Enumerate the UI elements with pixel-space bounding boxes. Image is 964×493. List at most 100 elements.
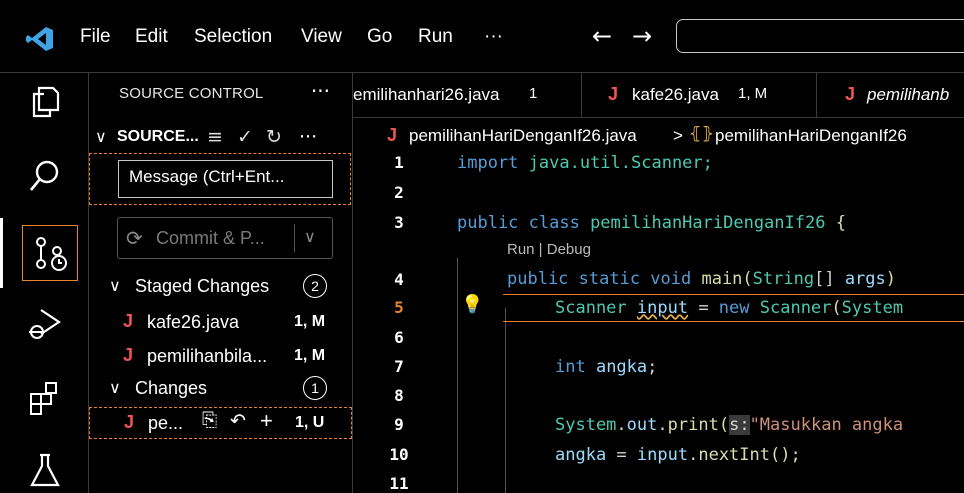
tab-kafe26[interactable]: J kafe26.java 1, M xyxy=(582,73,817,117)
class-symbol-icon: ⦃⦄ xyxy=(689,124,714,143)
breadcrumb: J pemilihanHariDenganIf26.java > ⦃⦄ pemi… xyxy=(353,118,964,152)
code-editor[interactable]: 1 2 3 4 5 6 7 8 9 10 11 import java.util… xyxy=(353,148,964,493)
sidebar-title: SOURCE CONTROL xyxy=(119,85,264,102)
commit-sync-icon: ⟳ xyxy=(126,228,143,250)
code-line-4: public static void main(String[] args) xyxy=(507,269,897,289)
breadcrumb-separator: > xyxy=(673,126,683,145)
search-icon[interactable] xyxy=(26,157,64,195)
repo-section-header[interactable]: ∨ SOURCE... ≡ ✓ ↻ ··· xyxy=(89,123,352,151)
line-number: 9 xyxy=(394,415,404,434)
line-number: 11 xyxy=(389,474,409,493)
file-status: 1, M xyxy=(294,347,326,364)
lightbulb-icon[interactable]: 💡 xyxy=(461,294,483,315)
file-name: pemilihanbila... xyxy=(147,346,268,366)
repo-section-label: SOURCE... xyxy=(117,128,199,145)
active-indicator xyxy=(0,218,3,288)
java-file-icon: J xyxy=(387,125,398,145)
changes-count-badge: 1 xyxy=(303,376,327,400)
code-line-5: Scanner input = new Scanner(System xyxy=(555,298,904,318)
java-file-icon: J xyxy=(608,84,619,104)
codelens-run-debug[interactable]: Run | Debug xyxy=(507,241,591,258)
file-name: kafe26.java xyxy=(147,312,240,332)
menu-more[interactable]: ··· xyxy=(484,26,503,48)
back-arrow-icon[interactable]: ← xyxy=(592,22,612,50)
java-file-icon: J xyxy=(123,311,134,331)
code-line-10: angka = input.nextInt(); xyxy=(555,445,801,465)
tab-pemilihanhari[interactable]: emilihanhari26.java 1 xyxy=(353,73,582,117)
line-number: 7 xyxy=(394,357,404,376)
chevron-down-icon[interactable]: ∨ xyxy=(95,127,107,146)
menu-file[interactable]: File xyxy=(80,26,111,48)
refresh-icon[interactable]: ↻ xyxy=(266,126,282,148)
indent-guide xyxy=(505,308,506,493)
java-file-icon: J xyxy=(845,84,856,104)
list-item[interactable]: J kafe26.java 1, M xyxy=(89,307,352,337)
menu-run[interactable]: Run xyxy=(418,26,453,48)
tab-label: emilihanhari26.java xyxy=(353,85,500,104)
code-line-9: System.out.print(s:"Masukkan angka xyxy=(555,415,904,435)
tab-pemilihanbila[interactable]: J pemilihanb xyxy=(817,73,964,117)
discard-changes-icon[interactable]: ↶ xyxy=(230,410,246,433)
sidebar-more-icon[interactable]: ··· xyxy=(311,79,330,103)
explorer-icon[interactable] xyxy=(26,83,64,121)
editor-tabs: emilihanhari26.java 1 J kafe26.java 1, M… xyxy=(353,73,964,118)
staged-count-badge: 2 xyxy=(303,274,327,298)
forward-arrow-icon[interactable]: → xyxy=(632,22,652,50)
chevron-down-icon[interactable]: ∨ xyxy=(109,276,121,296)
open-file-icon[interactable]: ⎘ xyxy=(202,410,217,432)
breadcrumb-file[interactable]: pemilihanHariDenganIf26.java xyxy=(409,126,637,146)
line-number: 1 xyxy=(394,153,404,172)
indent-guide xyxy=(457,258,458,493)
stage-plus-icon[interactable]: + xyxy=(260,408,273,434)
menu-selection[interactable]: Selection xyxy=(194,26,272,48)
commit-message-input[interactable]: Message (Ctrl+Ent... xyxy=(118,160,333,198)
menu-view[interactable]: View xyxy=(301,26,342,48)
list-item[interactable]: J pe... ⎘ ↶ + 1, U xyxy=(89,407,352,439)
title-bar: File Edit Selection View Go Run ··· ← → xyxy=(0,0,964,73)
tab-badge: 1 xyxy=(529,85,538,102)
view-as-list-icon[interactable]: ≡ xyxy=(207,126,223,148)
tab-label: pemilihanb xyxy=(867,85,950,104)
line-number: 4 xyxy=(394,270,404,289)
code-line-7: int angka; xyxy=(555,357,658,377)
tab-label: kafe26.java xyxy=(632,85,719,104)
line-number: 5 xyxy=(394,298,404,317)
run-debug-icon[interactable] xyxy=(26,305,64,343)
more-actions-icon[interactable]: ··· xyxy=(299,126,317,148)
command-center-search[interactable] xyxy=(676,19,964,53)
activity-bar xyxy=(0,73,89,493)
file-name: pe... xyxy=(148,413,184,433)
commit-button[interactable]: ⟳ Commit & P... ∨ xyxy=(117,217,333,259)
source-control-sidebar: SOURCE CONTROL ··· ∨ SOURCE... ≡ ✓ ↻ ···… xyxy=(89,73,353,493)
chevron-down-icon[interactable]: ∨ xyxy=(109,378,121,398)
extensions-icon[interactable] xyxy=(26,379,64,417)
vscode-logo-icon xyxy=(26,27,53,51)
line-number: 3 xyxy=(394,213,404,232)
inlay-hint: s: xyxy=(729,415,750,435)
source-control-icon[interactable] xyxy=(22,225,78,281)
staged-changes-header[interactable]: ∨ Staged Changes 2 xyxy=(89,271,352,301)
tab-badge: 1, M xyxy=(738,85,768,102)
breadcrumb-symbol[interactable]: pemilihanHariDenganIf26 xyxy=(715,126,907,146)
menu-edit[interactable]: Edit xyxy=(135,26,168,48)
testing-icon[interactable] xyxy=(26,451,64,489)
menu-go[interactable]: Go xyxy=(367,26,392,48)
commit-check-icon[interactable]: ✓ xyxy=(237,126,253,148)
changes-header[interactable]: ∨ Changes 1 xyxy=(89,373,352,403)
line-number: 10 xyxy=(389,445,409,464)
java-file-icon: J xyxy=(123,345,134,365)
line-number: 2 xyxy=(394,183,404,202)
file-status: 1, U xyxy=(295,414,325,431)
code-line-1: import java.util.Scanner; xyxy=(457,153,713,173)
commit-divider xyxy=(294,224,295,252)
file-status: 1, M xyxy=(294,313,326,330)
code-line-3: public class pemilihanHariDenganIf26 { xyxy=(457,213,846,233)
line-number: 8 xyxy=(394,386,404,405)
changes-label: Changes xyxy=(135,378,208,398)
commit-dropdown-chevron-icon[interactable]: ∨ xyxy=(304,227,316,247)
message-focus-frame: Message (Ctrl+Ent... xyxy=(89,153,351,205)
line-number: 6 xyxy=(394,328,404,347)
list-item[interactable]: J pemilihanbila... 1, M xyxy=(89,341,352,371)
staged-changes-label: Staged Changes xyxy=(135,276,270,296)
java-file-icon: J xyxy=(124,412,135,432)
